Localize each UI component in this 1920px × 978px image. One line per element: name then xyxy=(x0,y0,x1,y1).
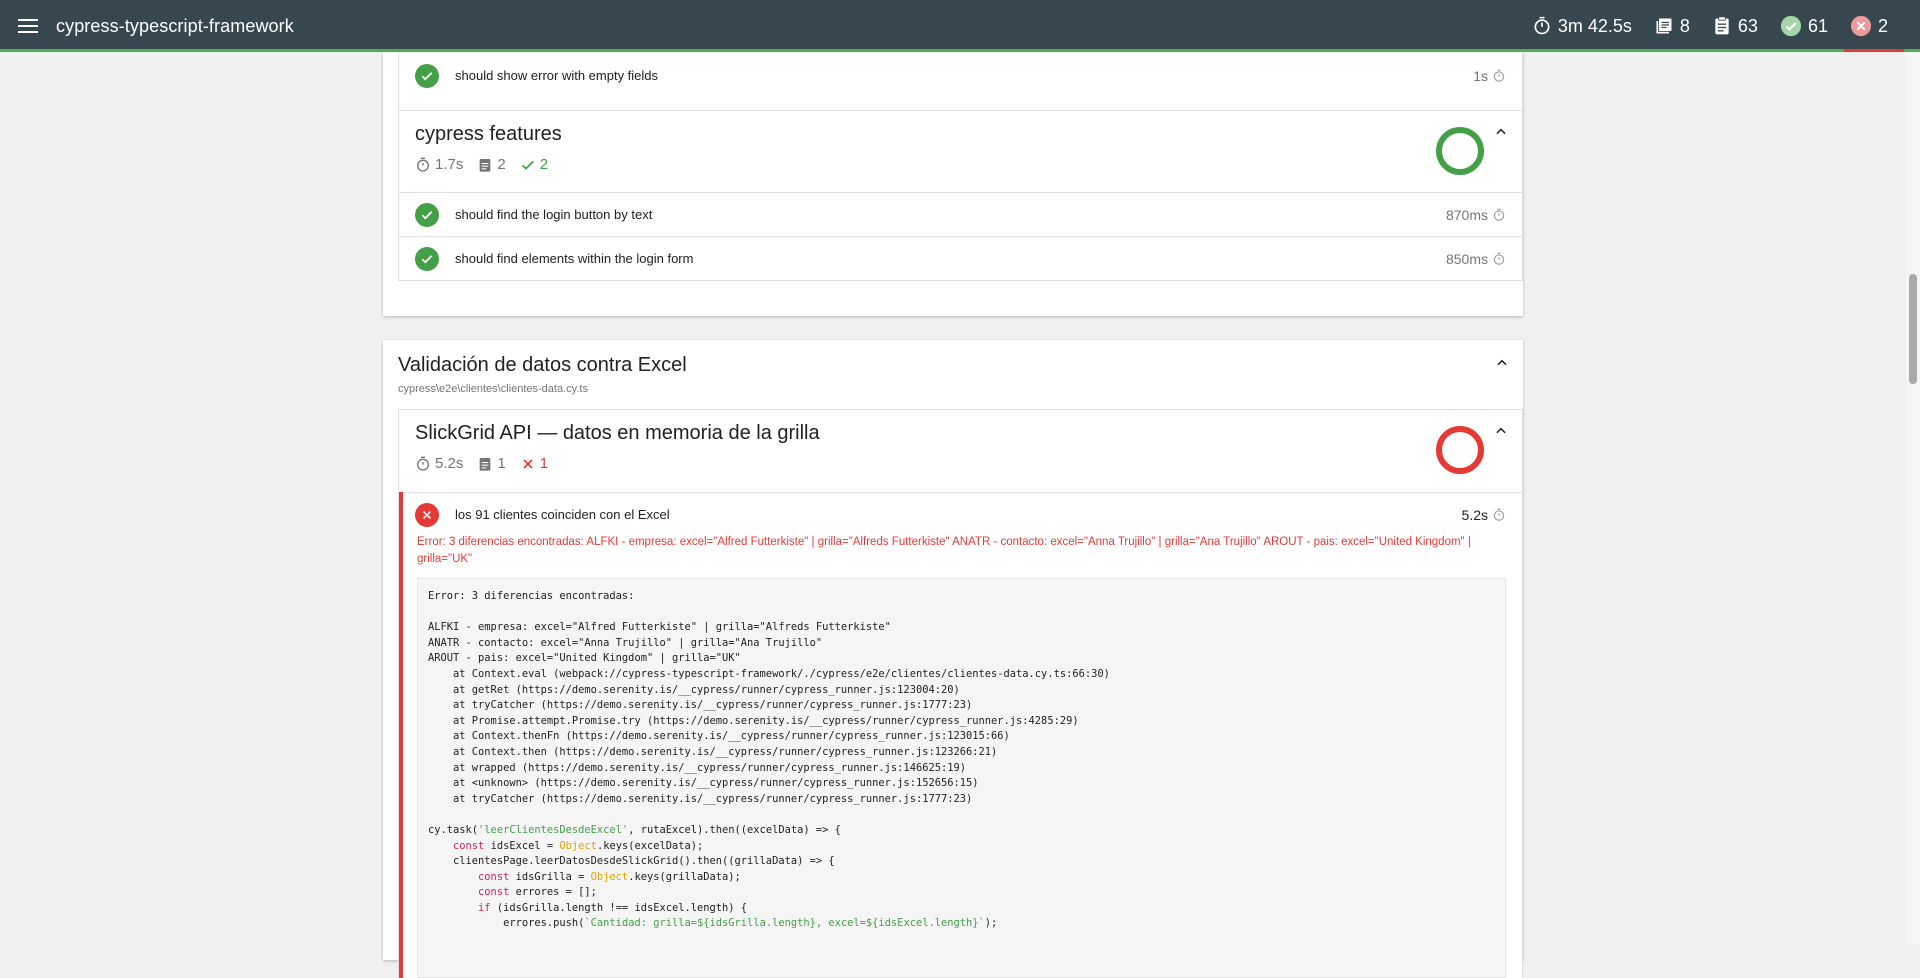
pass-check-icon xyxy=(415,63,439,88)
suites-icon xyxy=(1656,18,1672,34)
timer-icon xyxy=(417,157,429,172)
file-path: cypress\e2e\clientes\clientes-data.cy.ts xyxy=(398,383,588,395)
test-row[interactable]: should find the login button by text 870… xyxy=(399,192,1522,236)
page-scrollbar[interactable] xyxy=(1906,52,1920,945)
stat-failed-value: 2 xyxy=(1877,15,1888,36)
file-header[interactable]: Validación de datos contra Excel cypress… xyxy=(383,340,1523,409)
file-card-excel: Validación de datos contra Excel cypress… xyxy=(383,340,1523,978)
error-message: Error: 3 diferencias encontradas: ALFKI … xyxy=(417,536,1471,565)
test-row[interactable]: should show error with empty fields 1s xyxy=(399,53,1522,98)
stopwatch-icon xyxy=(1493,69,1505,82)
stopwatch-icon xyxy=(1493,252,1505,265)
suite-header-cypress-features[interactable]: cypress features 1.7s 2 2 xyxy=(399,110,1522,192)
code-line: clientesPage.leerDatosDesdeSlickGrid().t… xyxy=(428,855,835,868)
stats-bar: 3m 42.5s 8 63 61 2 xyxy=(1532,0,1888,52)
suite-passed-count: 2 xyxy=(520,156,548,173)
scrollbar-thumb[interactable] xyxy=(1909,274,1917,384)
failed-x-icon xyxy=(1850,15,1872,37)
stat-duration[interactable]: 3m 42.5s xyxy=(1532,16,1632,37)
suite-title: SlickGrid API — datos en memoria de la g… xyxy=(415,422,820,444)
stat-suites[interactable]: 8 xyxy=(1654,16,1690,37)
suite-title: cypress features xyxy=(415,123,562,145)
error-stack-trace: Error: 3 diferencias encontradas: ALFKI … xyxy=(428,590,1110,805)
suite-meta: 1.7s 2 2 xyxy=(415,156,1506,173)
code-line: const errores = []; xyxy=(478,886,597,899)
suite-test-count: 2 xyxy=(477,156,506,173)
check-icon xyxy=(521,160,534,170)
tests-clipboard-icon xyxy=(1715,16,1729,35)
code-line: if (idsGrilla.length !== idsExcel.length… xyxy=(478,901,748,914)
test-row[interactable]: should find elements within the login fo… xyxy=(399,236,1522,280)
code-line: const idsGrilla = Object.keys(grillaData… xyxy=(478,870,741,883)
stat-tests[interactable]: 63 xyxy=(1712,16,1758,37)
test-name: should find elements within the login fo… xyxy=(455,251,694,266)
fail-x-icon xyxy=(415,502,439,527)
code-snippet: cy.task('leerClientesDesdeExcel', rutaEx… xyxy=(428,823,1495,932)
menu-button[interactable] xyxy=(0,0,56,52)
stat-tests-value: 63 xyxy=(1737,15,1758,36)
suite-duration: 1.7s xyxy=(415,156,463,173)
stat-suites-value: 8 xyxy=(1679,15,1690,36)
test-duration: 1s xyxy=(1473,68,1506,84)
suite-card-previous: should show error with empty fields 1s c… xyxy=(383,52,1523,316)
chevron-up-icon[interactable] xyxy=(1494,125,1508,139)
suite-pass-donut-chart xyxy=(1436,127,1484,175)
chevron-up-icon[interactable] xyxy=(1494,424,1508,438)
stat-duration-value: 3m 42.5s xyxy=(1557,15,1632,36)
test-name: should find the login button by text xyxy=(455,207,653,222)
test-name: should show error with empty fields xyxy=(455,68,659,83)
file-title: Validación de datos contra Excel xyxy=(398,354,687,376)
pass-check-icon xyxy=(415,246,439,271)
stat-passed[interactable]: 61 xyxy=(1780,15,1828,37)
error-stack-code[interactable]: Error: 3 diferencias encontradas: ALFKI … xyxy=(417,578,1506,978)
clipboard-icon xyxy=(480,457,491,471)
pass-check-icon xyxy=(415,202,439,227)
test-duration: 5.2s xyxy=(1462,507,1506,523)
code-line: const idsExcel = Object.keys(excelData); xyxy=(453,839,704,852)
x-icon xyxy=(523,458,533,469)
suite-fail-donut-chart xyxy=(1436,426,1484,474)
suite-meta: 5.2s 1 1 xyxy=(415,455,1506,472)
suite-duration: 5.2s xyxy=(415,455,463,472)
stat-passed-value: 61 xyxy=(1807,15,1828,36)
pass-fail-strip xyxy=(0,49,1920,52)
code-line: errores.push(`Cantidad: grilla=${idsGril… xyxy=(428,917,998,930)
test-duration: 870ms xyxy=(1446,207,1506,223)
passed-check-icon xyxy=(1780,15,1802,37)
suite-failed-count: 1 xyxy=(520,455,548,472)
stopwatch-icon xyxy=(1493,508,1505,521)
failed-test-block: los 91 clientes coinciden con el Excel 5… xyxy=(399,492,1522,978)
code-line: cy.task('leerClientesDesdeExcel', rutaEx… xyxy=(428,823,841,836)
chevron-up-icon[interactable] xyxy=(1495,356,1509,370)
suite-test-count: 1 xyxy=(477,455,506,472)
timer-icon xyxy=(1534,16,1550,35)
app-title: cypress-typescript-framework xyxy=(56,15,294,36)
top-bar: cypress-typescript-framework 3m 42.5s 8 … xyxy=(0,0,1920,52)
test-row[interactable]: los 91 clientes coinciden con el Excel 5… xyxy=(403,492,1522,536)
test-duration: 850ms xyxy=(1446,251,1506,267)
stopwatch-icon xyxy=(1493,208,1505,221)
suite-header-slickgrid[interactable]: SlickGrid API — datos en memoria de la g… xyxy=(399,409,1522,492)
timer-icon xyxy=(417,456,429,471)
clipboard-icon xyxy=(480,158,491,172)
test-name: los 91 clientes coinciden con el Excel xyxy=(455,507,670,522)
stat-failed[interactable]: 2 xyxy=(1850,15,1888,37)
hamburger-menu-icon xyxy=(18,19,38,33)
